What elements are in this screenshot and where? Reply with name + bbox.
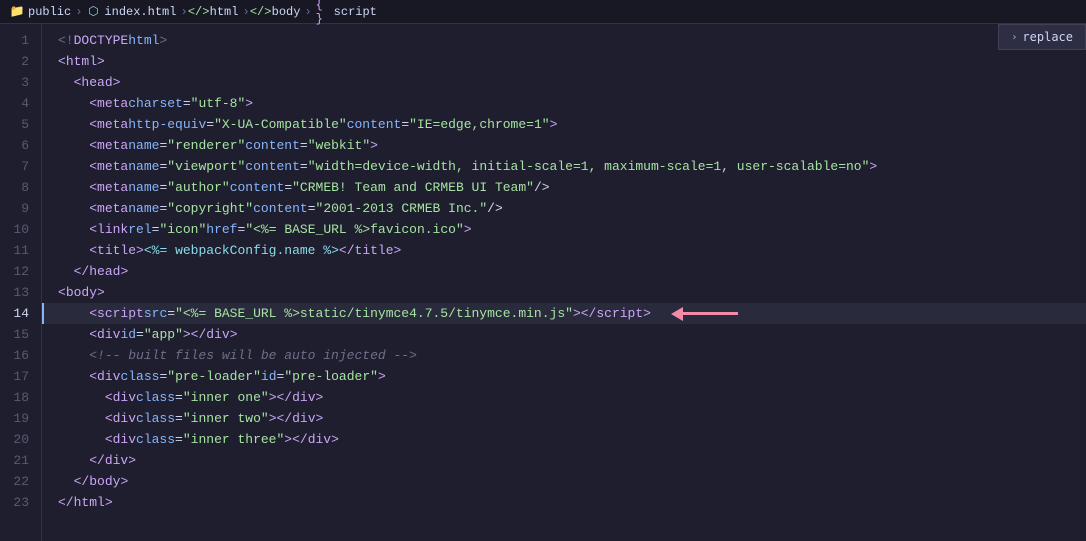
breadcrumb-sep-3: › xyxy=(242,5,249,19)
line-num-13: 13 xyxy=(0,282,41,303)
line-num-22: 22 xyxy=(0,471,41,492)
line-num-19: 19 xyxy=(0,408,41,429)
breadcrumb-html-icon: ⬡ xyxy=(86,5,100,19)
code-line-10: <link rel="icon" href="<%= BASE_URL %>fa… xyxy=(42,219,1086,240)
breadcrumb-code-icon: { } xyxy=(316,5,330,19)
line-num-14: 14 xyxy=(0,303,41,324)
code-line-7: <meta name="viewport" content="width=dev… xyxy=(42,156,1086,177)
code-content[interactable]: <!DOCTYPE html> <html> <head> <meta char… xyxy=(42,24,1086,541)
code-line-1: <!DOCTYPE html> xyxy=(42,30,1086,51)
line-num-1: 1 xyxy=(0,30,41,51)
breadcrumb-body-tag[interactable]: body xyxy=(272,5,301,19)
line-num-12: 12 xyxy=(0,261,41,282)
line-num-4: 4 xyxy=(0,93,41,114)
code-line-13: <body> xyxy=(42,282,1086,303)
arrow-head-left xyxy=(671,307,683,321)
breadcrumb-index-html[interactable]: index.html xyxy=(104,5,176,19)
line-num-5: 5 xyxy=(0,114,41,135)
breadcrumb-bar: 📁 public › ⬡ index.html › </> html › </>… xyxy=(0,0,1086,24)
code-line-2: <html> xyxy=(42,51,1086,72)
code-line-9: <meta name="copyright" content="2001-201… xyxy=(42,198,1086,219)
line-num-3: 3 xyxy=(0,72,41,93)
code-line-19: <div class="inner two"></div> xyxy=(42,408,1086,429)
editor-area: 1 2 3 4 5 6 7 8 9 10 11 12 13 14 15 16 1… xyxy=(0,24,1086,541)
code-line-14: <script src="<%= BASE_URL %>static/tinym… xyxy=(42,303,1086,324)
code-line-15: <div id="app"></div> xyxy=(42,324,1086,345)
code-line-5: <meta http-equiv="X-UA-Compatible" conte… xyxy=(42,114,1086,135)
breadcrumb-html-tag[interactable]: html xyxy=(210,5,239,19)
line-num-6: 6 xyxy=(0,135,41,156)
breadcrumb-sep-1: › xyxy=(75,5,82,19)
arrow-indicator xyxy=(671,307,738,321)
breadcrumb-public[interactable]: public xyxy=(28,5,71,19)
replace-button[interactable]: › replace xyxy=(998,24,1086,50)
line-numbers: 1 2 3 4 5 6 7 8 9 10 11 12 13 14 15 16 1… xyxy=(0,24,42,541)
code-line-21: </div> xyxy=(42,450,1086,471)
code-line-20: <div class="inner three"></div> xyxy=(42,429,1086,450)
line-num-23: 23 xyxy=(0,492,41,513)
line-num-9: 9 xyxy=(0,198,41,219)
code-line-3: <head> xyxy=(42,72,1086,93)
code-line-12: </head> xyxy=(42,261,1086,282)
line-num-20: 20 xyxy=(0,429,41,450)
breadcrumb-tag-icon-2: </> xyxy=(254,5,268,19)
line-num-11: 11 xyxy=(0,240,41,261)
breadcrumb-tag-icon-1: </> xyxy=(192,5,206,19)
breadcrumb-script-tag[interactable]: script xyxy=(334,5,377,19)
line-num-10: 10 xyxy=(0,219,41,240)
code-line-4: <meta charset="utf-8"> xyxy=(42,93,1086,114)
code-line-18: <div class="inner one"></div> xyxy=(42,387,1086,408)
replace-label: replace xyxy=(1022,30,1073,44)
line-num-21: 21 xyxy=(0,450,41,471)
code-line-23: </html> xyxy=(42,492,1086,513)
arrow-body xyxy=(683,312,738,315)
line-num-18: 18 xyxy=(0,387,41,408)
breadcrumb-sep-4: › xyxy=(304,5,311,19)
breadcrumb-sep-2: › xyxy=(180,5,187,19)
code-line-11: <title><%= webpackConfig.name %></title> xyxy=(42,240,1086,261)
line-num-7: 7 xyxy=(0,156,41,177)
line-num-15: 15 xyxy=(0,324,41,345)
breadcrumb-folder-icon: 📁 xyxy=(10,5,24,19)
line-num-2: 2 xyxy=(0,51,41,72)
line-num-16: 16 xyxy=(0,345,41,366)
code-line-8: <meta name="author" content="CRMEB! Team… xyxy=(42,177,1086,198)
code-line-16: <!-- built files will be auto injected -… xyxy=(42,345,1086,366)
code-line-22: </body> xyxy=(42,471,1086,492)
chevron-right-icon: › xyxy=(1011,32,1017,43)
code-line-6: <meta name="renderer" content="webkit"> xyxy=(42,135,1086,156)
line-num-8: 8 xyxy=(0,177,41,198)
line-num-17: 17 xyxy=(0,366,41,387)
code-line-17: <div class="pre-loader" id="pre-loader"> xyxy=(42,366,1086,387)
